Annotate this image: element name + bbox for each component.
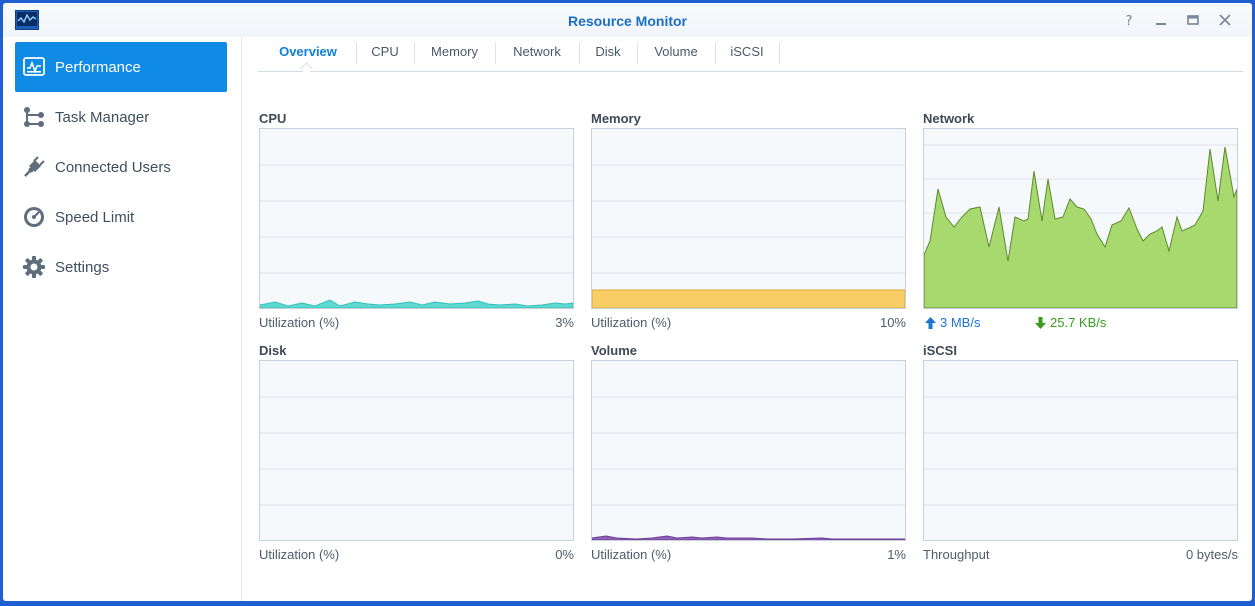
tab-memory[interactable]: Memory (414, 37, 495, 71)
volume-graph (591, 360, 906, 541)
volume-series (592, 535, 905, 540)
tab-disk[interactable]: Disk (579, 37, 637, 71)
volume-value: 1% (887, 547, 906, 562)
sidebar-item-performance[interactable]: Performance (15, 42, 227, 92)
iscsi-title: iSCSI (923, 343, 957, 358)
tab-volume[interactable]: Volume (637, 37, 715, 71)
memory-metric-label: Utilization (%) (591, 315, 672, 330)
disk-title: Disk (259, 343, 287, 358)
maximize-icon[interactable] (1185, 12, 1201, 28)
network-upload-value: 3 MB/s (940, 315, 981, 330)
sidebar-item-label: Task Manager (55, 108, 150, 126)
cpu-graph (259, 128, 574, 309)
sidebar-item-label: Speed Limit (55, 208, 135, 226)
tab-cpu[interactable]: CPU (356, 37, 414, 71)
cpu-title: CPU (259, 111, 287, 126)
iscsi-value: 0 bytes/s (1185, 547, 1238, 562)
title-bar: Resource Monitor ? (3, 3, 1252, 37)
minimize-icon[interactable] (1153, 12, 1169, 28)
tab-bar: Overview CPU Memory Network Disk Volume … (258, 37, 1243, 75)
disk-panel: Disk Utilization (%) 0% (259, 343, 574, 568)
sidebar-item-task-manager[interactable]: Task Manager (15, 92, 227, 142)
sidebar-item-label: Settings (55, 258, 110, 276)
upload-arrow-icon (925, 316, 936, 329)
memory-series (592, 289, 905, 308)
plug-icon (23, 156, 45, 178)
help-icon[interactable]: ? (1121, 12, 1137, 28)
iscsi-panel: iSCSI Throughput 0 bytes/s (923, 343, 1238, 568)
sidebar-divider (241, 37, 242, 601)
network-download-value: 25.7 KB/s (1050, 315, 1107, 330)
memory-title: Memory (591, 111, 641, 126)
window-title: Resource Monitor (567, 13, 687, 29)
volume-metric-label: Utilization (%) (591, 547, 672, 562)
sidebar-item-label: Connected Users (55, 158, 171, 176)
sidebar: Performance Task Manager Connected Users… (3, 37, 241, 601)
volume-panel: Volume Utilization (%) 1% (591, 343, 906, 568)
disk-graph (259, 360, 574, 541)
network-title: Network (923, 111, 975, 126)
network-upload: 3 MB/s (925, 315, 980, 330)
tab-network[interactable]: Network (495, 37, 579, 71)
disk-metric-label: Utilization (%) (259, 547, 340, 562)
task-manager-icon (23, 106, 45, 128)
speedometer-icon (23, 206, 45, 228)
resource-monitor-window: Resource Monitor ? Performance Task Mana… (3, 3, 1252, 601)
performance-icon (23, 56, 45, 78)
iscsi-metric-label: Throughput (923, 547, 990, 562)
network-download: 25.7 KB/s (1035, 315, 1106, 330)
tab-divider (779, 42, 780, 64)
disk-value: 0% (555, 547, 574, 562)
sidebar-item-speed-limit[interactable]: Speed Limit (15, 192, 227, 242)
download-arrow-icon (1035, 316, 1046, 329)
cpu-metric-label: Utilization (%) (259, 315, 340, 330)
iscsi-graph (923, 360, 1238, 541)
volume-title: Volume (591, 343, 637, 358)
memory-value: 10% (879, 315, 906, 330)
close-icon[interactable] (1217, 12, 1233, 28)
sidebar-item-connected-users[interactable]: Connected Users (15, 142, 227, 192)
network-series (924, 146, 1237, 308)
sidebar-item-label: Performance (55, 58, 141, 76)
svg-text:?: ? (1126, 14, 1133, 28)
gear-icon (23, 256, 45, 278)
sidebar-item-settings[interactable]: Settings (15, 242, 227, 292)
network-panel: Network 3 MB/s 25.7 KB/s (923, 111, 1238, 336)
cpu-series (260, 299, 573, 308)
cpu-value: 3% (555, 315, 574, 330)
memory-graph (591, 128, 906, 309)
network-graph (923, 128, 1238, 309)
cpu-panel: CPU Utilization (%) 3% (259, 111, 574, 336)
tab-iscsi[interactable]: iSCSI (715, 37, 779, 71)
memory-panel: Memory Utilization (%) 10% (591, 111, 906, 336)
